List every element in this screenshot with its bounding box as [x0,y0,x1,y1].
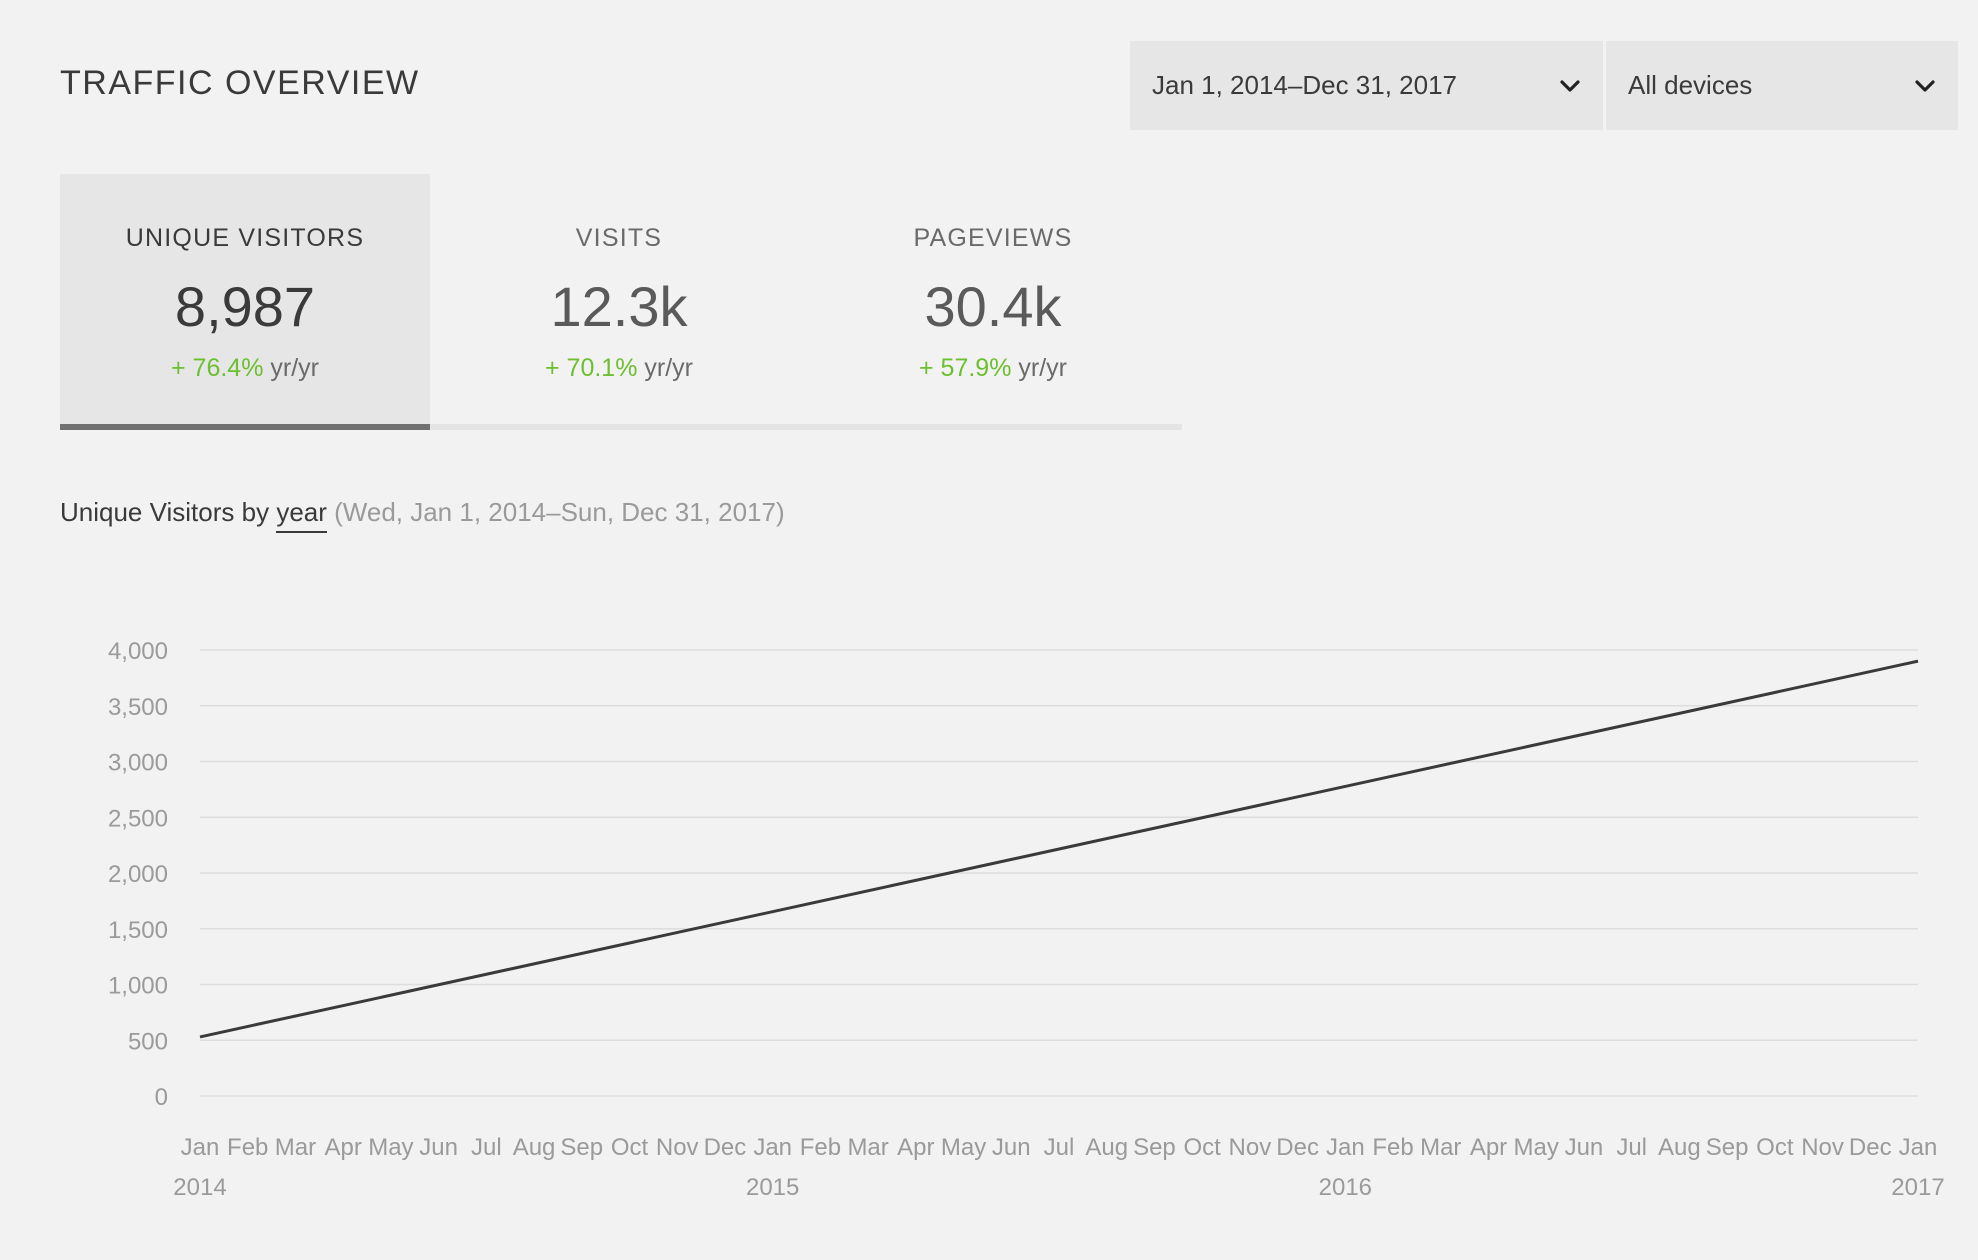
x-tick-label-year: 2015 [746,1174,799,1201]
x-tick-label-month: Mar [1420,1134,1461,1161]
x-tick-label-month: Jul [471,1134,502,1161]
x-tick-label-month: Feb [227,1134,268,1161]
y-tick-label: 4,000 [108,638,168,665]
x-tick-label-year: 2016 [1319,1174,1372,1201]
y-tick-label: 2,000 [108,861,168,888]
x-tick-label-month: Aug [1658,1134,1701,1161]
y-tick-label: 0 [155,1084,168,1111]
y-tick-label: 2,500 [108,805,168,832]
x-tick-label-month: Apr [324,1134,361,1161]
x-tick-label-month: Feb [800,1134,841,1161]
x-tick-label-month: Feb [1372,1134,1413,1161]
x-tick-label-year: 2014 [173,1174,226,1201]
x-tick-label-month: Nov [1801,1134,1844,1161]
x-tick-label-month: Jan [181,1134,220,1161]
x-tick-label-month: Apr [1470,1134,1507,1161]
x-tick-label-year: 2017 [1891,1174,1944,1201]
x-tick-label-month: Nov [656,1134,699,1161]
x-tick-label-month: May [1514,1134,1559,1161]
x-tick-label-month: Oct [1183,1134,1221,1161]
x-tick-label-month: Mar [847,1134,888,1161]
x-tick-label-month: Dec [1849,1134,1892,1161]
x-tick-label-month: Oct [1756,1134,1794,1161]
y-tick-label: 1,500 [108,917,168,944]
x-tick-label-month: Jun [1565,1134,1604,1161]
x-tick-label-month: Oct [611,1134,649,1161]
x-tick-label-month: Jan [1899,1134,1938,1161]
x-tick-label-month: Aug [1085,1134,1128,1161]
x-tick-label-month: May [941,1134,986,1161]
x-tick-label-month: Dec [704,1134,747,1161]
x-tick-label-month: Aug [513,1134,556,1161]
x-tick-label-month: Jun [419,1134,458,1161]
x-tick-label-month: Jul [1616,1134,1647,1161]
x-tick-label-month: Apr [897,1134,934,1161]
x-tick-label-month: Sep [1133,1134,1176,1161]
series-line [199,659,1919,1039]
x-tick-label-month: Mar [275,1134,316,1161]
x-tick-label-month: May [368,1134,413,1161]
x-tick-label-month: Jan [753,1134,792,1161]
y-tick-label: 3,000 [108,750,168,777]
unique-visitors-line-chart: 4,0003,5003,0002,5002,0001,5001,0005000J… [108,638,1945,1201]
x-tick-label-month: Sep [560,1134,603,1161]
y-tick-label: 3,500 [108,694,168,721]
x-tick-label-month: Dec [1276,1134,1319,1161]
x-tick-label-month: Jan [1326,1134,1365,1161]
x-tick-label-month: Jun [992,1134,1031,1161]
x-tick-label-month: Sep [1706,1134,1749,1161]
y-tick-label: 1,000 [108,973,168,1000]
y-tick-label: 500 [128,1028,168,1055]
x-tick-label-month: Nov [1229,1134,1272,1161]
x-tick-label-month: Jul [1044,1134,1075,1161]
